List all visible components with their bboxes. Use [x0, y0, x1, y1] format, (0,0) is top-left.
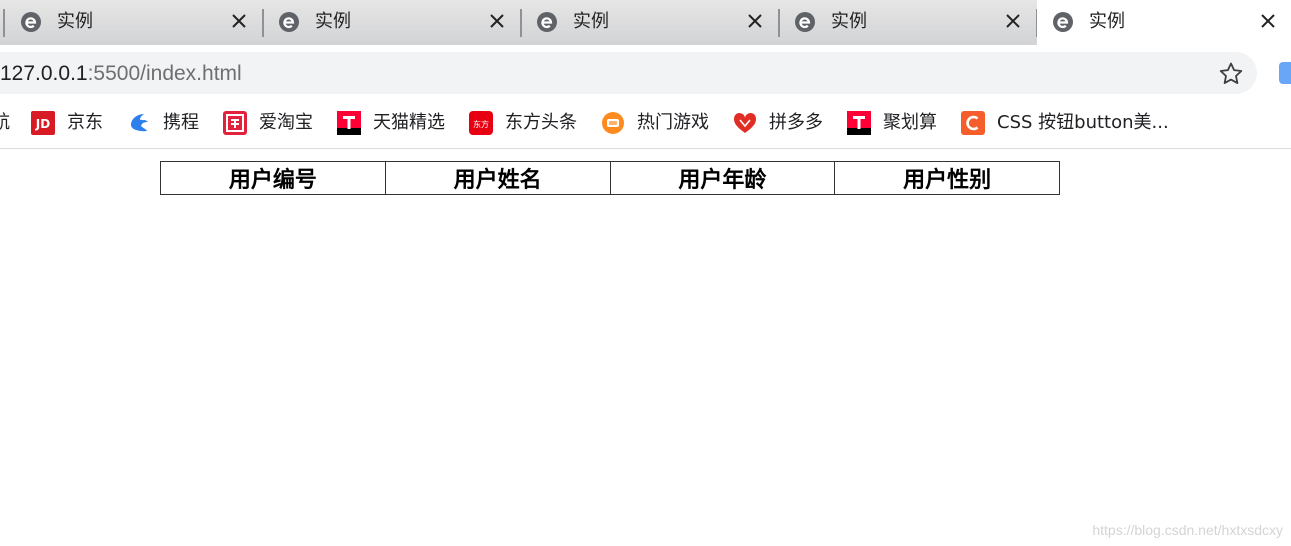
- bookmark-css-button[interactable]: CSS 按钮button美...: [961, 110, 1169, 136]
- tab-1[interactable]: 实例: [5, 0, 264, 45]
- url-text[interactable]: 127.0.0.1:5500/index.html: [0, 60, 242, 88]
- bookmark-label: 聚划算: [883, 112, 937, 133]
- tab-strip: 实例 实例 实例 实例 实例: [0, 0, 1291, 48]
- tab-5-active[interactable]: 实例: [1037, 0, 1291, 48]
- close-icon[interactable]: [746, 12, 764, 30]
- tmall-icon: [337, 111, 361, 135]
- csdn-icon: [961, 111, 985, 135]
- header-user-id: 用户编号: [160, 161, 386, 195]
- tab-2[interactable]: 实例: [263, 0, 522, 45]
- edge-e-icon: [537, 12, 557, 32]
- taobao-icon: [223, 111, 247, 135]
- bookmark-star-icon[interactable]: [1218, 61, 1244, 87]
- bookmark-label: 京东: [67, 112, 103, 133]
- edge-e-icon: [795, 12, 815, 32]
- close-icon[interactable]: [488, 12, 506, 30]
- table-header-row: 用户编号 用户姓名 用户年龄 用户性别: [160, 161, 1060, 195]
- close-icon[interactable]: [1004, 12, 1022, 30]
- extension-icon[interactable]: [1279, 62, 1291, 84]
- bookmark-label: 热门游戏: [637, 112, 709, 133]
- watermark: https://blog.csdn.net/hxtxsdcxy: [1092, 522, 1283, 538]
- tab-3[interactable]: 实例: [521, 0, 780, 45]
- pinduoduo-icon: [733, 112, 757, 133]
- bookmarks-bar: 航 JD 京东 携程 爱淘宝 天猫精选 东方 东方头条 热门游戏 拼多多 聚划算…: [0, 101, 1291, 149]
- bookmark-label: 爱淘宝: [259, 112, 313, 133]
- bookmark-ctrip[interactable]: 携程: [127, 110, 199, 136]
- bookmark-jd[interactable]: JD 京东: [31, 110, 103, 136]
- toolbar: 127.0.0.1:5500/index.html: [0, 45, 1291, 101]
- edge-e-icon: [1053, 12, 1073, 32]
- bookmark-dftt[interactable]: 东方 东方头条: [469, 110, 577, 136]
- bookmark-taobao[interactable]: 爱淘宝: [223, 110, 313, 136]
- bookmark-label: 天猫精选: [373, 112, 445, 133]
- bookmark-label: 东方头条: [505, 112, 577, 133]
- tab-title: 实例: [573, 11, 609, 32]
- bookmark-juhuasuan[interactable]: 聚划算: [847, 110, 937, 136]
- game-icon: [602, 112, 624, 134]
- close-icon[interactable]: [230, 12, 248, 30]
- bookmark-label: CSS 按钮button美...: [997, 112, 1169, 133]
- jd-icon: JD: [31, 111, 55, 135]
- svg-text:JD: JD: [35, 117, 50, 131]
- svg-text:东方: 东方: [473, 119, 489, 129]
- url-host: 127.0.0.1: [0, 62, 88, 85]
- tab-title: 实例: [315, 11, 351, 32]
- header-user-age: 用户年龄: [609, 161, 836, 195]
- bookmark-label: 携程: [163, 112, 199, 133]
- dftt-icon: 东方: [469, 111, 493, 135]
- user-table: 用户编号 用户姓名 用户年龄 用户性别: [160, 161, 1060, 195]
- ctrip-icon: [131, 114, 148, 132]
- tab-title: 实例: [1089, 11, 1125, 32]
- header-user-gender: 用户性别: [834, 161, 1060, 195]
- page-content: 用户编号 用户姓名 用户年龄 用户性别: [0, 149, 1291, 546]
- bookmark-label: 拼多多: [769, 112, 823, 133]
- bookmark-tmall[interactable]: 天猫精选: [337, 110, 445, 136]
- edge-e-icon: [279, 12, 299, 32]
- header-user-name: 用户姓名: [384, 161, 611, 195]
- edge-e-icon: [21, 12, 41, 32]
- url-path: :5500/index.html: [87, 62, 242, 85]
- bookmark-games[interactable]: 热门游戏: [601, 110, 709, 136]
- bookmark-cut-label[interactable]: 航: [0, 112, 10, 134]
- close-icon[interactable]: [1259, 12, 1277, 30]
- tab-4[interactable]: 实例: [779, 0, 1038, 45]
- tab-title: 实例: [831, 11, 867, 32]
- tab-title: 实例: [57, 11, 93, 32]
- juhuasuan-icon: [847, 111, 871, 135]
- bookmark-pinduoduo[interactable]: 拼多多: [733, 110, 823, 136]
